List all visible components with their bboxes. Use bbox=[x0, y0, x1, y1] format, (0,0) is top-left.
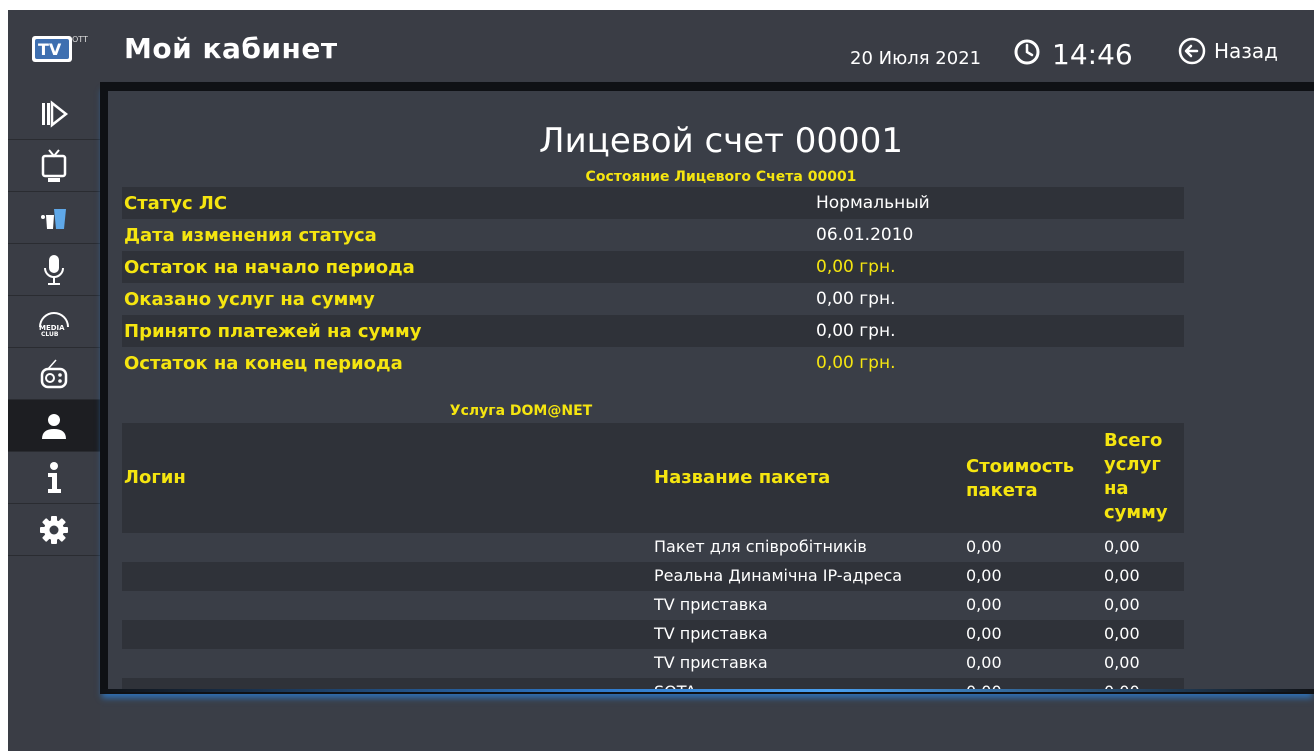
account-status-table: Статус ЛС Нормальный Дата изменения стат… bbox=[122, 187, 1184, 379]
cell-cost: 0,00 bbox=[966, 566, 1002, 585]
table-row: Реальна Динамічна IP-адреса 0,00 0,00 bbox=[122, 562, 1184, 591]
back-arrow-icon bbox=[1178, 37, 1206, 65]
clock-icon bbox=[1014, 39, 1040, 65]
status-value: 0,00 грн. bbox=[816, 257, 896, 277]
back-button[interactable]: Назад bbox=[1178, 36, 1278, 66]
status-value: 0,00 грн. bbox=[816, 321, 896, 341]
status-label: Статус ЛС bbox=[124, 192, 228, 214]
sidebar-item-media-club[interactable]: MEDIA CLUB bbox=[8, 296, 100, 348]
sidebar-item-info[interactable] bbox=[8, 452, 100, 504]
status-label: Оказано услуг на сумму bbox=[124, 288, 375, 310]
cell-cost: 0,00 bbox=[966, 624, 1002, 643]
sidebar-item-tv[interactable] bbox=[8, 140, 100, 192]
header-date: 20 Июля 2021 bbox=[850, 48, 982, 69]
column-header-cost: Стоимость пакета bbox=[966, 455, 1074, 503]
user-icon bbox=[42, 413, 66, 439]
status-label: Остаток на конец периода bbox=[124, 352, 403, 374]
account-content[interactable]: Лицевой счет 00001 Состояние Лицевого Сч… bbox=[108, 91, 1314, 691]
column-header-total-line: Всего bbox=[1104, 430, 1163, 451]
service-title: Услуга DOM@NET bbox=[449, 403, 593, 419]
cell-total: 0,00 bbox=[1104, 624, 1140, 643]
service-table-header: Логин Название пакета Стоимость пакета В… bbox=[122, 423, 1184, 533]
microphone-icon bbox=[44, 254, 64, 285]
cell-cost: 0,00 bbox=[966, 595, 1002, 614]
status-row: Оказано услуг на сумму 0,00 грн. bbox=[122, 283, 1184, 315]
sidebar-item-video[interactable] bbox=[8, 88, 100, 140]
status-label: Дата изменения статуса bbox=[124, 224, 377, 246]
column-header-login: Логин bbox=[124, 467, 186, 488]
column-header-package: Название пакета bbox=[654, 467, 831, 488]
back-button-label: Назад bbox=[1214, 39, 1279, 63]
account-subtitle: Состояние Лицевого Счета 00001 bbox=[585, 169, 857, 185]
account-title: Лицевой счет 00001 bbox=[539, 121, 903, 161]
sidebar-item-cinema[interactable] bbox=[8, 192, 100, 244]
column-header-total-line: на bbox=[1104, 478, 1129, 499]
status-value: 0,00 грн. bbox=[816, 353, 896, 373]
cinema-icon bbox=[41, 208, 66, 229]
table-row: Пакет для співробітників 0,00 0,00 bbox=[122, 533, 1184, 562]
header: TV OTT Мой кабинет 20 Июля 2021 14:46 На… bbox=[8, 10, 1314, 88]
header-time: 14:46 bbox=[1052, 38, 1133, 71]
column-header-total: Всего услуг на сумму bbox=[1104, 429, 1168, 525]
svg-text:TV: TV bbox=[38, 40, 62, 59]
page-title: Мой кабинет bbox=[124, 32, 338, 65]
radio-icon bbox=[40, 359, 68, 388]
app-screen: TV OTT Мой кабинет 20 Июля 2021 14:46 На… bbox=[8, 10, 1314, 751]
status-row: Статус ЛС Нормальный bbox=[122, 187, 1184, 219]
svg-text:OTT: OTT bbox=[72, 35, 88, 44]
column-header-cost-line: пакета bbox=[966, 480, 1038, 501]
info-icon bbox=[48, 461, 61, 493]
sidebar-item-karaoke[interactable] bbox=[8, 244, 100, 296]
status-label: Остаток на начало периода bbox=[124, 256, 415, 278]
cell-package: TV приставка bbox=[654, 595, 768, 614]
bottom-glow-divider bbox=[100, 689, 1314, 692]
status-row: Остаток на начало периода 0,00 грн. bbox=[122, 251, 1184, 283]
table-row: TV приставка 0,00 0,00 bbox=[122, 591, 1184, 620]
table-row: TV приставка 0,00 0,00 bbox=[122, 649, 1184, 678]
sidebar-item-settings[interactable] bbox=[8, 504, 100, 556]
status-value: Нормальный bbox=[816, 193, 930, 213]
status-value: 06.01.2010 bbox=[816, 225, 914, 245]
tv-icon bbox=[41, 148, 67, 182]
status-row: Принято платежей на сумму 0,00 грн. bbox=[122, 315, 1184, 347]
sidebar: MEDIA CLUB bbox=[8, 88, 100, 751]
status-row: Остаток на конец периода 0,00 грн. bbox=[122, 347, 1184, 379]
cell-package: Реальна Динамічна IP-адреса bbox=[654, 566, 903, 585]
service-table: Логин Название пакета Стоимость пакета В… bbox=[122, 423, 1184, 691]
cell-total: 0,00 bbox=[1104, 566, 1140, 585]
media-club-icon: MEDIA CLUB bbox=[39, 311, 69, 337]
svg-text:CLUB: CLUB bbox=[41, 331, 59, 337]
column-header-total-line: сумму bbox=[1104, 502, 1168, 523]
play-icon bbox=[42, 99, 69, 128]
cell-package: TV приставка bbox=[654, 653, 768, 672]
cell-package: Пакет для співробітників bbox=[654, 537, 867, 556]
cell-cost: 0,00 bbox=[966, 653, 1002, 672]
sidebar-item-account[interactable] bbox=[8, 400, 100, 452]
cell-total: 0,00 bbox=[1104, 537, 1140, 556]
gear-icon bbox=[40, 515, 68, 544]
column-header-cost-line: Стоимость bbox=[966, 456, 1075, 477]
sidebar-item-radio[interactable] bbox=[8, 348, 100, 400]
table-row: TV приставка 0,00 0,00 bbox=[122, 620, 1184, 649]
tv-ott-logo: TV OTT bbox=[32, 35, 88, 62]
status-value: 0,00 грн. bbox=[816, 289, 896, 309]
column-header-total-line: услуг bbox=[1104, 454, 1161, 475]
cell-cost: 0,00 bbox=[966, 537, 1002, 556]
cell-total: 0,00 bbox=[1104, 595, 1140, 614]
status-row: Дата изменения статуса 06.01.2010 bbox=[122, 219, 1184, 251]
status-label: Принято платежей на сумму bbox=[124, 320, 422, 342]
cell-package: TV приставка bbox=[654, 624, 768, 643]
cell-total: 0,00 bbox=[1104, 653, 1140, 672]
